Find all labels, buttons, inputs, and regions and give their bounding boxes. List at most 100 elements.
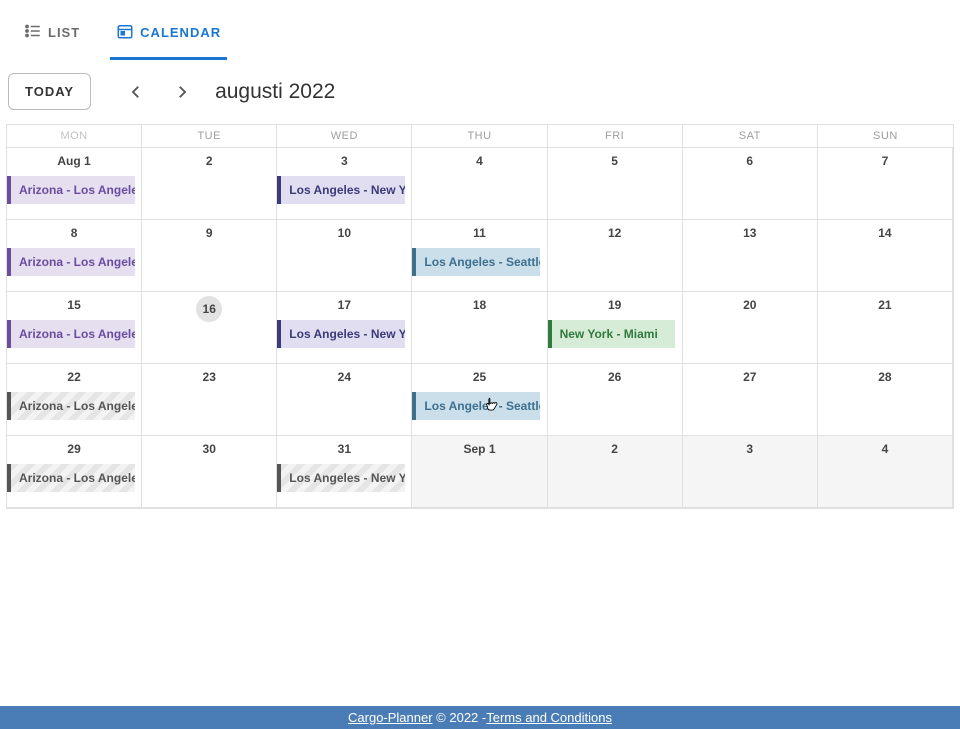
day-cell[interactable]: 4	[412, 148, 547, 220]
day-number: 16	[196, 296, 222, 322]
day-number: 7	[818, 148, 952, 168]
day-number: 27	[683, 364, 817, 384]
day-number: 13	[683, 220, 817, 240]
day-number: 24	[277, 364, 411, 384]
day-number: 12	[548, 220, 682, 240]
month-title: augusti 2022	[215, 80, 335, 104]
day-number: 15	[7, 292, 141, 312]
day-cell[interactable]: 10	[277, 220, 412, 292]
day-number: Sep 1	[412, 436, 546, 456]
calendar-icon	[116, 22, 134, 43]
day-cell[interactable]: 27	[683, 364, 818, 436]
day-number: 10	[277, 220, 411, 240]
day-cell[interactable]: 16	[142, 292, 277, 364]
footer-brand-link[interactable]: Cargo-Planner	[348, 710, 433, 725]
day-cell[interactable]: 7	[818, 148, 953, 220]
day-cell[interactable]: 24	[277, 364, 412, 436]
day-number: 26	[548, 364, 682, 384]
calendar-event[interactable]: New York - Miami	[548, 320, 676, 348]
day-header: WED	[277, 125, 412, 148]
calendar-grid: MONTUEWEDTHUFRISATSUN Aug 1234567Arizona…	[6, 124, 954, 509]
day-header: THU	[412, 125, 547, 148]
day-number: 18	[412, 292, 546, 312]
day-number: 9	[142, 220, 276, 240]
day-header: FRI	[548, 125, 683, 148]
calendar-event[interactable]: Arizona - Los Angeles	[7, 320, 135, 348]
day-number: 17	[277, 292, 411, 312]
day-number: 23	[142, 364, 276, 384]
month-nav	[127, 83, 191, 101]
day-number: 6	[683, 148, 817, 168]
day-header: TUE	[142, 125, 277, 148]
footer-copy: © 2022 -	[433, 710, 487, 725]
day-header: MON	[7, 125, 142, 148]
calendar-event[interactable]: Los Angeles - New York	[277, 320, 405, 348]
day-cell[interactable]: 2	[548, 436, 683, 508]
day-number: 25	[412, 364, 546, 384]
calendar-event[interactable]: Arizona - Los Angeles	[7, 176, 135, 204]
day-number: 22	[7, 364, 141, 384]
day-number: 4	[818, 436, 952, 456]
day-cell[interactable]: 3	[683, 436, 818, 508]
day-headers: MONTUEWEDTHUFRISATSUN	[7, 125, 953, 148]
tab-list-label: LIST	[48, 25, 80, 40]
day-number: 29	[7, 436, 141, 456]
day-number: 5	[548, 148, 682, 168]
day-number: 31	[277, 436, 411, 456]
week-row: Aug 1234567 Arizona - Los Angeles Los Ange…	[7, 148, 953, 220]
day-number: 20	[683, 292, 817, 312]
day-number: 4	[412, 148, 546, 168]
calendar-event[interactable]: Arizona - Los Angeles	[7, 464, 135, 492]
day-cell[interactable]: 9	[142, 220, 277, 292]
day-cell[interactable]: 12	[548, 220, 683, 292]
day-cell[interactable]: Sep 1	[412, 436, 547, 508]
day-number: 3	[683, 436, 817, 456]
day-header: SUN	[818, 125, 953, 148]
day-number: 28	[818, 364, 952, 384]
day-cell[interactable]: 6	[683, 148, 818, 220]
calendar-event[interactable]: Los Angeles - New York	[277, 176, 405, 204]
day-cell[interactable]: 20	[683, 292, 818, 364]
tab-calendar-label: CALENDAR	[140, 25, 221, 40]
day-cell[interactable]: 21	[818, 292, 953, 364]
tab-list[interactable]: LIST	[18, 14, 86, 60]
today-button[interactable]: TODAY	[8, 73, 91, 110]
calendar-event[interactable]: Arizona - Los Angeles	[7, 248, 135, 276]
footer-terms-link[interactable]: Terms and Conditions	[486, 710, 612, 725]
view-tabs: LIST CALENDAR	[0, 0, 960, 61]
day-cell[interactable]: 13	[683, 220, 818, 292]
day-number: 30	[142, 436, 276, 456]
calendar-event[interactable]: Los Angeles - Seattle	[412, 248, 540, 276]
tab-calendar[interactable]: CALENDAR	[110, 14, 227, 60]
day-cell[interactable]: 26	[548, 364, 683, 436]
calendar-event[interactable]: Los Angeles - Seattle	[412, 392, 540, 420]
day-cell[interactable]: 4	[818, 436, 953, 508]
day-number: Aug 1	[7, 148, 141, 168]
week-row: 22232425262728 Arizona - Los Angeles Los A…	[7, 364, 953, 436]
day-number: 19	[548, 292, 682, 312]
day-number: 2	[548, 436, 682, 456]
week-row: 891011121314Arizona - Los AngelesLos Ang…	[7, 220, 953, 292]
day-number: 21	[818, 292, 952, 312]
day-number: 11	[412, 220, 546, 240]
list-icon	[24, 22, 42, 43]
day-number: 2	[142, 148, 276, 168]
footer: Cargo-Planner © 2022 -Terms and Conditio…	[0, 706, 960, 729]
next-month-button[interactable]	[173, 83, 191, 101]
week-row: 293031Sep 1234 Arizona - Los Angeles Los A…	[7, 436, 953, 508]
day-cell[interactable]: 2	[142, 148, 277, 220]
day-cell[interactable]: 5	[548, 148, 683, 220]
calendar-event[interactable]: Los Angeles - New York	[277, 464, 405, 492]
calendar-toolbar: TODAY augusti 2022	[0, 61, 960, 124]
day-header: SAT	[683, 125, 818, 148]
day-number: 14	[818, 220, 952, 240]
day-cell[interactable]: 23	[142, 364, 277, 436]
week-row: 15 16 1718192021 Arizona - Los Angeles Los A…	[7, 292, 953, 364]
day-cell[interactable]: 30	[142, 436, 277, 508]
day-cell[interactable]: 18	[412, 292, 547, 364]
day-number: 3	[277, 148, 411, 168]
prev-month-button[interactable]	[127, 83, 145, 101]
day-cell[interactable]: 14	[818, 220, 953, 292]
calendar-event[interactable]: Arizona - Los Angeles	[7, 392, 135, 420]
day-cell[interactable]: 28	[818, 364, 953, 436]
